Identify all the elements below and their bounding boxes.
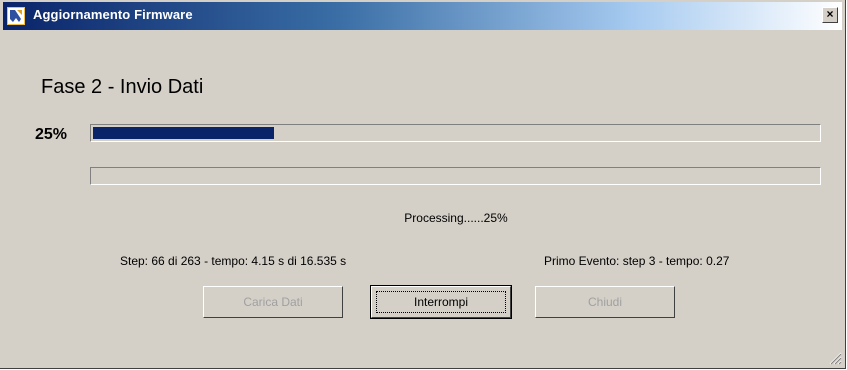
app-icon <box>7 7 25 25</box>
progress-percent-label: 25% <box>35 126 68 143</box>
first-event-status: Primo Evento: step 3 - tempo: 0.27 <box>544 254 730 268</box>
resize-grip-icon[interactable] <box>828 351 842 365</box>
main-progress-fill <box>93 127 274 139</box>
main-progress-bar <box>90 124 821 142</box>
close-button[interactable]: Chiudi <box>535 286 675 318</box>
processing-status: Processing......25% <box>404 211 508 225</box>
window-title: Aggiornamento Firmware <box>33 7 193 22</box>
stop-button[interactable]: Interrompi <box>370 285 512 319</box>
load-data-button[interactable]: Carica Dati <box>203 286 343 318</box>
sub-progress-bar <box>90 167 821 185</box>
firmware-update-window: Aggiornamento Firmware × Fase 2 - Invio … <box>0 0 846 369</box>
close-icon[interactable]: × <box>822 7 838 23</box>
step-status: Step: 66 di 263 - tempo: 4.15 s di 16.53… <box>120 254 347 268</box>
focus-rect <box>376 291 506 313</box>
phase-title: Fase 2 - Invio Dati <box>41 76 204 98</box>
title-bar[interactable]: Aggiornamento Firmware × <box>3 2 842 30</box>
